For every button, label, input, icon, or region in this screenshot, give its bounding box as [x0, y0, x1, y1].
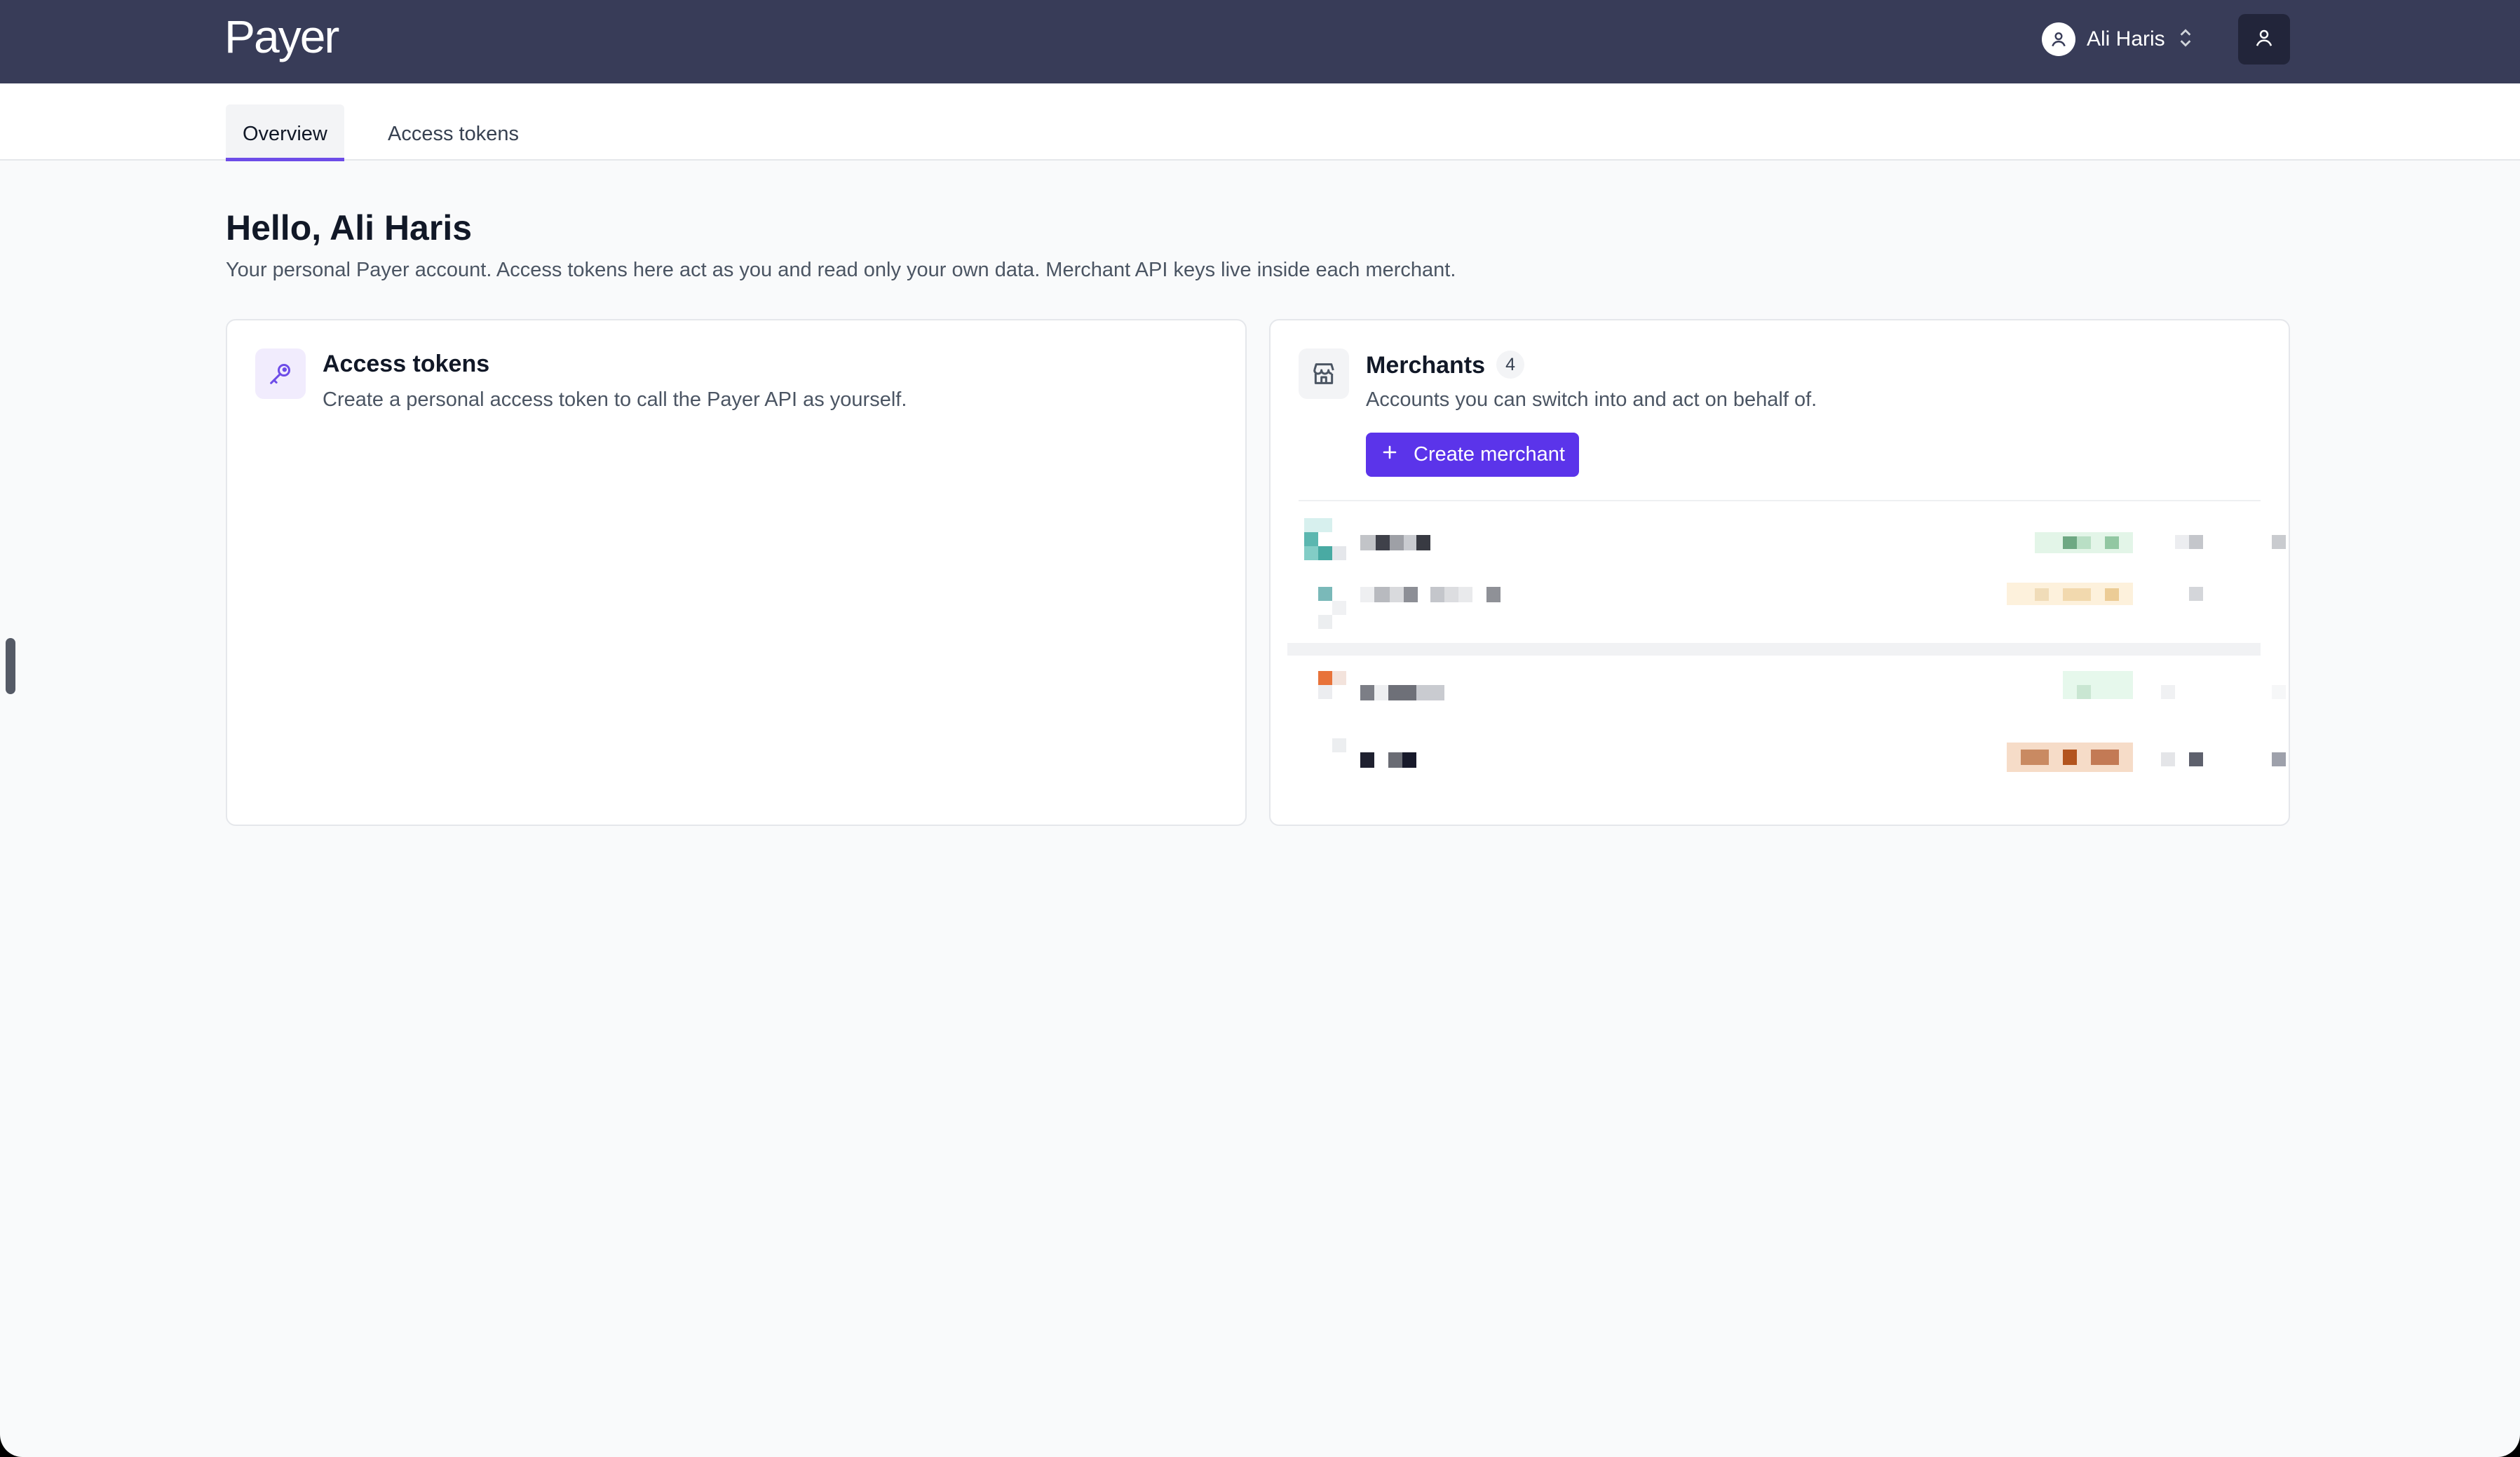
divider [1299, 500, 2261, 501]
page-title: Hello, Ali Haris [226, 208, 473, 248]
profile-button[interactable] [2238, 14, 2290, 65]
payer-logo[interactable]: Payer [224, 10, 339, 63]
merchant-count-badge: 4 [1496, 351, 1525, 379]
status-badge [2007, 583, 2133, 605]
app-window: Payer Ali Haris Overview Access tokens H… [0, 0, 2520, 1457]
merchant-avatar [1318, 671, 1332, 685]
user-icon [2254, 27, 2275, 52]
merchant-avatar [1318, 587, 1332, 601]
merchant-avatar [1304, 518, 1346, 560]
create-merchant-button[interactable]: Create merchant [1366, 433, 1579, 477]
tab-overview[interactable]: Overview [226, 104, 344, 161]
card-title: Merchants 4 [1366, 351, 1525, 379]
tab-access-tokens[interactable]: Access tokens [371, 104, 536, 161]
plus-icon [1381, 443, 1398, 466]
merchants-card: Merchants 4 Accounts you can switch into … [1269, 319, 2290, 826]
account-name: Ali Haris [2087, 27, 2165, 50]
row-menu-icon [2272, 752, 2286, 766]
card-description: Create a personal access token to call t… [323, 388, 907, 411]
tab-bar: Overview Access tokens [0, 83, 2520, 161]
merchant-row[interactable] [1299, 511, 2286, 578]
user-icon [2042, 22, 2075, 56]
status-badge [2063, 671, 2133, 699]
merchant-name [1360, 587, 1515, 602]
row-hover-band [1287, 643, 2261, 656]
card-title-text: Merchants [1366, 352, 1486, 379]
status-badge [2007, 743, 2133, 772]
merchant-avatar [1332, 738, 1346, 752]
key-icon [255, 348, 306, 399]
merchant-row[interactable] [1299, 671, 2286, 738]
page-subtitle: Your personal Payer account. Access toke… [226, 259, 1456, 281]
account-switcher[interactable]: Ali Haris [2042, 20, 2195, 59]
scrollbar-handle[interactable] [6, 638, 15, 694]
access-tokens-card: Access tokens Create a personal access t… [226, 319, 1247, 826]
merchant-row[interactable] [1299, 738, 2286, 806]
merchant-name [1360, 685, 1444, 700]
card-title: Access tokens [323, 351, 490, 377]
merchant-name [1360, 752, 1430, 768]
row-menu-icon [2272, 685, 2286, 699]
store-icon [1299, 348, 1349, 399]
create-merchant-label: Create merchant [1414, 443, 1565, 466]
row-menu-icon [2189, 587, 2203, 601]
merchant-name [1360, 535, 1430, 550]
status-badge [2035, 532, 2133, 553]
card-description: Accounts you can switch into and act on … [1366, 388, 1817, 411]
chevron-up-down-icon [2176, 26, 2195, 53]
top-bar: Payer Ali Haris [0, 0, 2520, 83]
row-menu-icon [2272, 535, 2286, 549]
